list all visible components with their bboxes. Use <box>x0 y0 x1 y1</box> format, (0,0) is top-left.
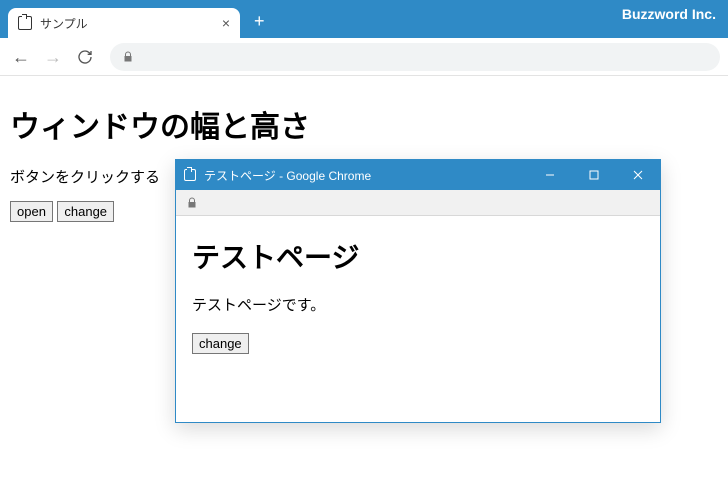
browser-toolbar: ← → <box>0 38 728 76</box>
popup-favicon-icon <box>184 169 196 181</box>
back-button[interactable]: ← <box>8 44 34 70</box>
popup-window: テストページ - Google Chrome テストページ テストページです。 … <box>175 159 661 423</box>
new-tab-button[interactable]: + <box>254 11 265 32</box>
brand-label: Buzzword Inc. <box>622 6 716 22</box>
tab-title: サンプル <box>40 15 214 32</box>
address-bar[interactable] <box>110 43 720 71</box>
open-button[interactable]: open <box>10 201 53 222</box>
popup-title-bar[interactable]: テストページ - Google Chrome <box>176 160 660 190</box>
lock-icon <box>186 197 198 209</box>
change-button[interactable]: change <box>57 201 114 222</box>
popup-change-button[interactable]: change <box>192 333 249 354</box>
forward-button[interactable]: → <box>40 44 66 70</box>
browser-tab[interactable]: サンプル × <box>8 8 240 38</box>
browser-tab-strip: サンプル × + Buzzword Inc. <box>0 0 728 38</box>
popup-heading: テストページ <box>192 236 644 276</box>
popup-address-bar[interactable] <box>176 190 660 216</box>
minimize-icon[interactable] <box>528 160 572 190</box>
popup-window-title: テストページ - Google Chrome <box>204 167 520 184</box>
maximize-icon[interactable] <box>572 160 616 190</box>
page-favicon-icon <box>18 16 32 30</box>
popup-text: テストページです。 <box>192 294 644 315</box>
close-tab-icon[interactable]: × <box>222 16 230 30</box>
close-icon[interactable] <box>616 160 660 190</box>
reload-button[interactable] <box>72 44 98 70</box>
popup-content: テストページ テストページです。 change <box>176 216 660 368</box>
page-heading: ウィンドウの幅と高さ <box>10 102 718 146</box>
lock-icon <box>122 51 134 63</box>
